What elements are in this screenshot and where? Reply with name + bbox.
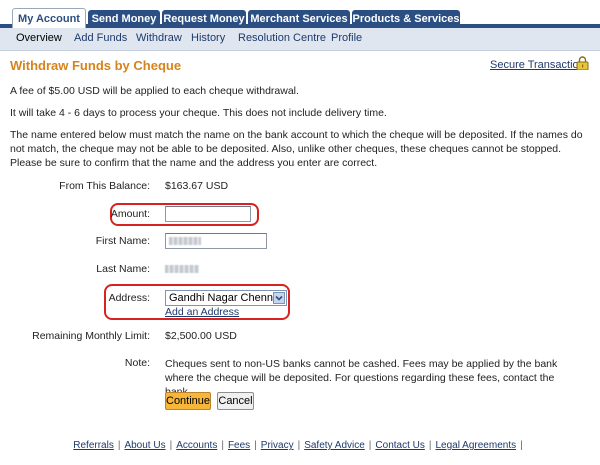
note-label: Note: bbox=[124, 357, 150, 369]
redacted-last-name bbox=[165, 265, 199, 273]
balance-label: From This Balance: bbox=[59, 180, 150, 192]
page-title: Withdraw Funds by Cheque bbox=[10, 58, 182, 73]
sub-navigation: Overview Add Funds Withdraw History Reso… bbox=[0, 28, 600, 51]
subnav-history[interactable]: History bbox=[191, 32, 225, 44]
remaining-limit-value: $2,500.00 USD bbox=[165, 330, 237, 342]
footer-contact-us-link[interactable]: Contact Us bbox=[375, 440, 424, 451]
secure-transaction-link[interactable]: Secure Transaction bbox=[490, 59, 585, 71]
redacted-first-name bbox=[169, 237, 201, 245]
processing-time-notice: It will take 4 - 6 days to process your … bbox=[10, 107, 387, 119]
remaining-limit-label: Remaining Monthly Limit: bbox=[32, 330, 150, 342]
footer-privacy-link[interactable]: Privacy bbox=[261, 440, 294, 451]
amount-input[interactable] bbox=[165, 206, 251, 222]
name-match-notice: The name entered below must match the na… bbox=[10, 129, 583, 169]
first-name-label: First Name: bbox=[95, 235, 150, 247]
main-tab-bar: My Account Send Money Request Money Merc… bbox=[0, 0, 600, 30]
footer-legal-agreements-link[interactable]: Legal Agreements bbox=[435, 440, 516, 451]
tab-send-money[interactable]: Send Money bbox=[88, 10, 160, 28]
subnav-add-funds[interactable]: Add Funds bbox=[74, 32, 127, 44]
address-select[interactable]: Gandhi Nagar Chennai, bbox=[165, 290, 287, 306]
footer-accounts-link[interactable]: Accounts bbox=[176, 440, 217, 451]
last-name-label: Last Name: bbox=[96, 263, 150, 275]
fee-notice: A fee of $5.00 USD will be applied to ea… bbox=[10, 85, 299, 97]
add-address-link[interactable]: Add an Address bbox=[165, 306, 239, 318]
tab-request-money[interactable]: Request Money bbox=[162, 10, 246, 28]
tab-my-account[interactable]: My Account bbox=[12, 8, 86, 30]
subnav-overview[interactable]: Overview bbox=[16, 32, 62, 44]
padlock-icon bbox=[576, 56, 589, 70]
subnav-profile[interactable]: Profile bbox=[331, 32, 362, 44]
first-name-input[interactable] bbox=[165, 233, 267, 249]
balance-value: $163.67 USD bbox=[165, 180, 229, 192]
footer-fees-link[interactable]: Fees bbox=[228, 440, 250, 451]
footer-links: Referrals | About Us | Accounts | Fees | Privacy… bbox=[73, 440, 523, 451]
amount-label: Amount: bbox=[110, 208, 150, 220]
cancel-button[interactable]: Cancel bbox=[217, 392, 254, 410]
tab-products-services[interactable]: Products & Services bbox=[352, 10, 460, 28]
footer-about-us-link[interactable]: About Us bbox=[124, 440, 165, 451]
tab-merchant-services[interactable]: Merchant Services bbox=[248, 10, 350, 28]
footer-referrals-link[interactable]: Referrals bbox=[73, 440, 114, 451]
subnav-resolution-centre[interactable]: Resolution Centre bbox=[238, 32, 326, 44]
chevron-down-icon[interactable] bbox=[273, 292, 285, 304]
address-label: Address: bbox=[108, 292, 150, 304]
continue-button[interactable]: Continue bbox=[165, 392, 211, 410]
subnav-withdraw[interactable]: Withdraw bbox=[136, 32, 182, 44]
address-selected-value: Gandhi Nagar Chennai, bbox=[169, 292, 285, 304]
footer-safety-advice-link[interactable]: Safety Advice bbox=[304, 440, 365, 451]
